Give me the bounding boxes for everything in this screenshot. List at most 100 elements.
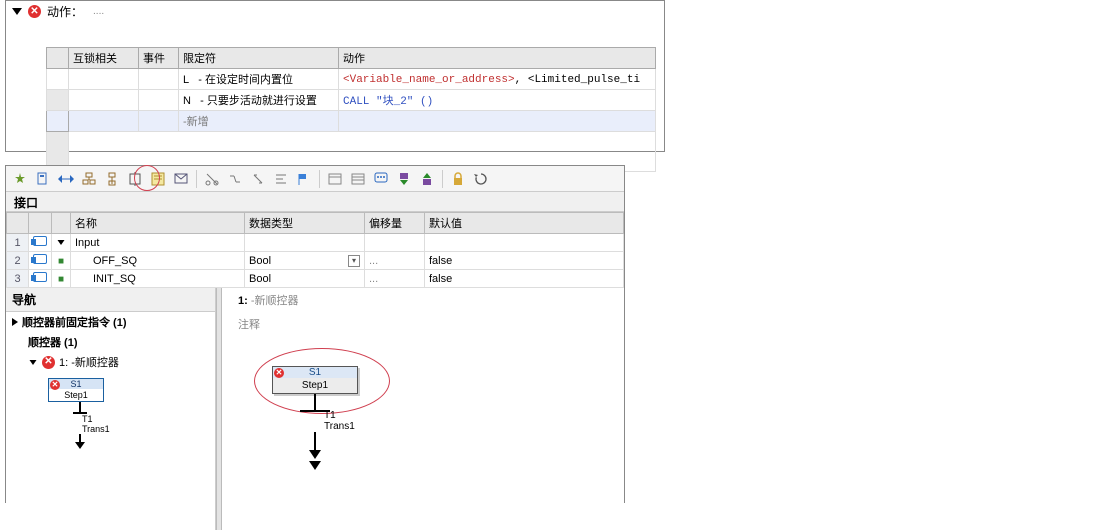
actions-header-row: 互锁相关 事件 限定符 动作 xyxy=(47,48,656,69)
cell-default[interactable] xyxy=(425,234,624,252)
tb-hscroll[interactable] xyxy=(56,169,76,189)
nav-seq-item[interactable]: ✕ 1: -新顺控器 xyxy=(6,352,215,372)
cell-name[interactable]: OFF_SQ xyxy=(71,252,245,270)
tb-sep xyxy=(319,170,320,188)
cell-action[interactable]: CALL "块_2" () xyxy=(339,90,656,111)
dropdown-icon[interactable]: ▾ xyxy=(348,255,360,267)
tb-bubble[interactable] xyxy=(371,169,391,189)
cell-name[interactable]: INIT_SQ xyxy=(71,270,245,288)
nav-pre-item[interactable]: 顺控器前固定指令 (1) xyxy=(6,312,215,332)
sfc-thumbnail[interactable]: ✕ S1 Step1 T1 Trans1 xyxy=(48,378,112,449)
nav-header: 导航 xyxy=(6,288,215,312)
col-rownum xyxy=(7,213,29,234)
qual-text: - 在设定时间内置位 xyxy=(198,74,293,86)
col-action[interactable]: 动作 xyxy=(339,48,656,69)
cell-action[interactable] xyxy=(339,111,656,132)
action-var: <Variable_name_or_address> xyxy=(343,74,515,86)
canvas-title-row: 1: -新顺控器 xyxy=(222,288,624,312)
tb-link[interactable] xyxy=(248,169,268,189)
iface-row-var[interactable]: 2 ■ OFF_SQ Bool ▾ ... false xyxy=(7,252,624,270)
col-dtype[interactable]: 数据类型 xyxy=(245,213,365,234)
tb-rows2[interactable] xyxy=(348,169,368,189)
cell-offset[interactable] xyxy=(365,234,425,252)
tb-mail[interactable] xyxy=(171,169,191,189)
tb-break[interactable] xyxy=(225,169,245,189)
col-qualifier[interactable]: 限定符 xyxy=(179,48,339,69)
cell-offset[interactable]: ... xyxy=(365,270,425,288)
tb-flag[interactable] xyxy=(294,169,314,189)
tb-rows1[interactable] xyxy=(325,169,345,189)
cell-default[interactable]: false xyxy=(425,252,624,270)
expand-icon[interactable] xyxy=(30,360,37,365)
nav-sqc-item[interactable]: 顺控器 (1) xyxy=(6,332,215,352)
col-marker xyxy=(52,213,71,234)
iface-row-var[interactable]: 3 ■ INIT_SQ Bool ... false xyxy=(7,270,624,288)
error-icon: ✕ xyxy=(42,356,55,369)
tb-lock[interactable] xyxy=(448,169,468,189)
tb-props[interactable] xyxy=(148,169,168,189)
cell-expand[interactable] xyxy=(52,234,71,252)
cell-event[interactable] xyxy=(139,69,179,90)
tb-cut[interactable] xyxy=(202,169,222,189)
col-default[interactable]: 默认值 xyxy=(425,213,624,234)
io-tag-icon xyxy=(33,272,47,282)
cell-io-icon xyxy=(29,252,52,270)
tb-hier1[interactable] xyxy=(79,169,99,189)
bullet-icon: ■ xyxy=(58,274,64,285)
row-lead[interactable] xyxy=(47,90,69,111)
cell-default[interactable]: false xyxy=(425,270,624,288)
col-event[interactable]: 事件 xyxy=(139,48,179,69)
canvas-step[interactable]: ✕ S1 Step1 T1 Trans1 xyxy=(272,366,358,470)
tb-align[interactable] xyxy=(271,169,291,189)
thumb-stem xyxy=(79,434,81,442)
tb-up[interactable] xyxy=(417,169,437,189)
interface-header[interactable]: 接口 xyxy=(6,192,624,212)
expand-icon[interactable] xyxy=(12,318,18,326)
cell-qualifier[interactable]: N - 只要步活动就进行设置 xyxy=(179,90,339,111)
canvas[interactable]: 1: -新顺控器 注释 ✕ S1 Step1 xyxy=(222,288,624,530)
cell-io-icon xyxy=(29,270,52,288)
thumb-step-hdr: ✕ S1 xyxy=(49,379,103,389)
cell-interlock[interactable] xyxy=(69,111,139,132)
canvas-comment[interactable]: 注释 xyxy=(222,312,624,336)
row-lead[interactable] xyxy=(47,69,69,90)
cell-rownum: 3 xyxy=(7,270,29,288)
thumb-t1: T1 xyxy=(82,414,93,424)
cell-event[interactable] xyxy=(139,111,179,132)
tb-refresh[interactable] xyxy=(471,169,491,189)
iface-row-folder[interactable]: 1 Input xyxy=(7,234,624,252)
tb-step[interactable] xyxy=(125,169,145,189)
step-box[interactable]: ✕ S1 Step1 xyxy=(272,366,358,394)
tb-wizard[interactable] xyxy=(10,169,30,189)
tb-down[interactable] xyxy=(394,169,414,189)
cell-add[interactable]: -新增 xyxy=(179,111,339,132)
row-lead[interactable] xyxy=(47,111,69,132)
cell-interlock[interactable] xyxy=(69,69,139,90)
cell-dtype[interactable]: Bool xyxy=(245,270,365,288)
col-offset[interactable]: 偏移量 xyxy=(365,213,425,234)
cell-dtype[interactable]: Bool ▾ xyxy=(245,252,365,270)
collapse-icon[interactable] xyxy=(12,8,22,15)
cell-action[interactable]: <Variable_name_or_address>, <Limited_pul… xyxy=(339,69,656,90)
cell-marker: ■ xyxy=(52,252,71,270)
step-stem xyxy=(314,432,316,450)
cell-name[interactable]: Input xyxy=(71,234,245,252)
col-name[interactable]: 名称 xyxy=(71,213,245,234)
action-row[interactable]: N - 只要步活动就进行设置 CALL "块_2" () xyxy=(47,90,656,111)
qual-text: - 只要步活动就进行设置 xyxy=(200,95,317,107)
trans-label-row: T1 Trans1 xyxy=(324,410,358,432)
cell-event[interactable] xyxy=(139,90,179,111)
cell-offset[interactable]: ... xyxy=(365,252,425,270)
thumb-s1: S1 xyxy=(70,379,81,389)
action-row[interactable]: L - 在设定时间内置位 <Variable_name_or_address>,… xyxy=(47,69,656,90)
cell-interlock[interactable] xyxy=(69,90,139,111)
qual-letter: N xyxy=(183,95,191,107)
actions-header[interactable]: ✕ 动作： .... xyxy=(6,1,664,22)
cell-dtype[interactable] xyxy=(245,234,365,252)
tb-hier2[interactable] xyxy=(102,169,122,189)
col-interlock[interactable]: 互锁相关 xyxy=(69,48,139,69)
cell-qualifier[interactable]: L - 在设定时间内置位 xyxy=(179,69,339,90)
lower-split: 导航 顺控器前固定指令 (1) 顺控器 (1) ✕ 1: -新顺控器 xyxy=(6,288,624,530)
action-add-row[interactable]: -新增 xyxy=(47,111,656,132)
tb-bookmark[interactable] xyxy=(33,169,53,189)
